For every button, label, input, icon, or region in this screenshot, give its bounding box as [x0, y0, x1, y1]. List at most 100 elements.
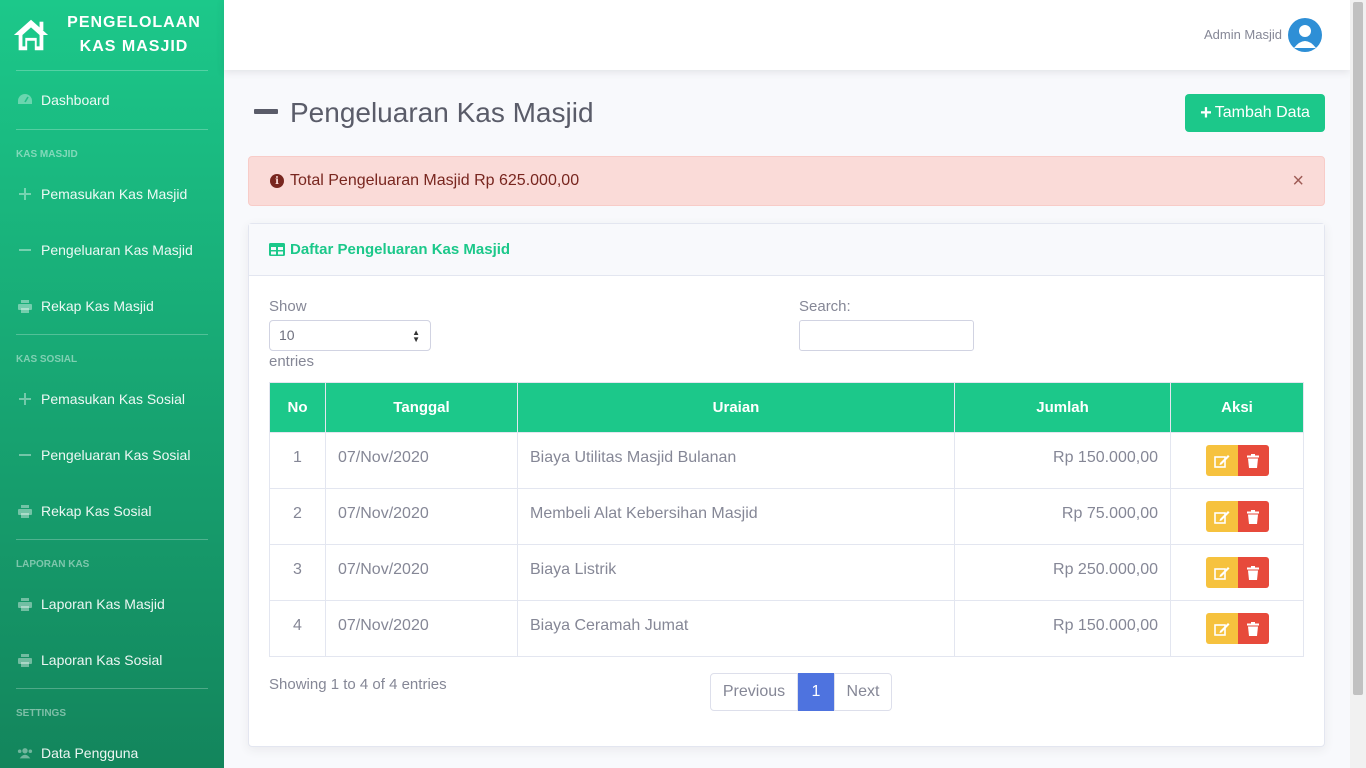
cell-no: 3	[269, 544, 326, 601]
minus-icon	[254, 109, 278, 114]
cell-actions	[1170, 600, 1304, 657]
action-buttons	[1205, 557, 1269, 588]
edit-button[interactable]	[1205, 613, 1238, 644]
card-title: Daftar Pengeluaran Kas Masjid	[290, 241, 511, 258]
cell-amount: Rp 150.000,00	[954, 432, 1171, 489]
minus-icon	[17, 242, 33, 258]
print-icon	[17, 652, 33, 668]
cell-actions	[1170, 544, 1304, 601]
sidebar-item-label: Rekap Kas Sosial	[41, 503, 152, 519]
entries-length-value: 10	[279, 327, 295, 343]
pagination-previous[interactable]: Previous	[710, 673, 798, 711]
sidebar-item-rekap-kas-sosial[interactable]: Rekap Kas Sosial	[0, 483, 224, 539]
select-arrows-icon: ▲ ▼	[412, 328, 420, 344]
sidebar-item-laporan-kas-masjid[interactable]: Laporan Kas Masjid	[0, 576, 224, 632]
table-row: 1 07/Nov/2020 Biaya Utilitas Masjid Bula…	[269, 432, 1304, 489]
trash-icon	[1247, 509, 1259, 524]
expense-table: No Tanggal Uraian Jumlah Aksi 1 07/Nov/2…	[269, 382, 1304, 657]
search-label: Search:	[799, 298, 851, 315]
sidebar-item-label: Pemasukan Kas Masjid	[41, 186, 188, 202]
entries-label: entries	[269, 353, 315, 370]
table-row: 2 07/Nov/2020 Membeli Alat Kebersihan Ma…	[269, 488, 1304, 545]
page-scrollbar[interactable]	[1350, 0, 1366, 768]
sidebar-item-label: Laporan Kas Sosial	[41, 652, 163, 668]
sidebar-divider	[16, 334, 208, 335]
print-icon	[17, 503, 33, 519]
sidebar-item-label: Rekap Kas Masjid	[41, 298, 154, 314]
action-buttons	[1205, 501, 1269, 532]
table-row: 4 07/Nov/2020 Biaya Ceramah Jumat Rp 150…	[269, 600, 1304, 657]
sidebar-item-rekap-kas-masjid[interactable]: Rekap Kas Masjid	[0, 278, 224, 334]
pagination-next[interactable]: Next	[834, 673, 892, 711]
action-buttons	[1205, 613, 1269, 644]
cell-desc: Membeli Alat Kebersihan Masjid	[517, 488, 955, 545]
entries-length-select[interactable]: 10 ▲ ▼	[269, 320, 431, 351]
show-label: Show	[269, 298, 307, 315]
cell-date: 07/Nov/2020	[325, 432, 518, 489]
column-header-uraian[interactable]: Uraian	[517, 382, 955, 433]
sidebar-item-laporan-kas-sosial[interactable]: Laporan Kas Sosial	[0, 632, 224, 688]
column-header-no[interactable]: No	[269, 382, 326, 433]
sidebar-divider	[16, 688, 208, 689]
edit-icon	[1213, 622, 1229, 636]
home-icon	[13, 19, 49, 51]
cell-actions	[1170, 488, 1304, 545]
table-header-row: No Tanggal Uraian Jumlah Aksi	[269, 382, 1304, 433]
cell-amount: Rp 250.000,00	[954, 544, 1171, 601]
edit-button[interactable]	[1205, 557, 1238, 588]
brand-title: PENGELOLAAN KAS MASJID	[64, 11, 204, 59]
column-header-jumlah[interactable]: Jumlah	[954, 382, 1171, 433]
delete-button[interactable]	[1237, 445, 1269, 476]
delete-button[interactable]	[1237, 557, 1269, 588]
expense-card: Daftar Pengeluaran Kas Masjid Show 10 ▲ ▼…	[248, 223, 1325, 747]
delete-button[interactable]	[1237, 613, 1269, 644]
tachometer-icon	[17, 92, 33, 108]
scrollbar-thumb[interactable]	[1353, 2, 1363, 695]
minus-icon	[17, 447, 33, 463]
sidebar-item-pemasukan-kas-sosial[interactable]: Pemasukan Kas Sosial	[0, 371, 224, 427]
column-header-tanggal[interactable]: Tanggal	[325, 382, 518, 433]
sidebar-heading-kas-masjid: KAS MASJID	[16, 149, 78, 160]
pagination: Previous 1 Next	[710, 673, 892, 711]
cell-no: 4	[269, 600, 326, 657]
edit-icon	[1213, 510, 1229, 524]
print-icon	[17, 298, 33, 314]
pagination-page-1[interactable]: 1	[798, 673, 834, 711]
edit-button[interactable]	[1205, 445, 1238, 476]
sidebar-heading-kas-sosial: KAS SOSIAL	[16, 354, 78, 365]
edit-button[interactable]	[1205, 501, 1238, 532]
cell-date: 07/Nov/2020	[325, 600, 518, 657]
edit-icon	[1213, 566, 1229, 580]
sidebar: PENGELOLAAN KAS MASJID Dashboard KAS MAS…	[0, 0, 224, 768]
search-input[interactable]	[799, 320, 974, 351]
add-data-button[interactable]: + Tambah Data	[1185, 94, 1325, 132]
sidebar-item-pengeluaran-kas-sosial[interactable]: Pengeluaran Kas Sosial	[0, 427, 224, 483]
brand-title-line1: PENGELOLAAN	[67, 14, 201, 31]
sidebar-brand[interactable]: PENGELOLAAN KAS MASJID	[0, 0, 224, 70]
close-icon[interactable]: ×	[1292, 170, 1304, 193]
user-avatar-icon[interactable]	[1288, 18, 1322, 52]
cell-amount: Rp 150.000,00	[954, 600, 1171, 657]
sidebar-item-dashboard[interactable]: Dashboard	[0, 71, 224, 129]
delete-button[interactable]	[1237, 501, 1269, 532]
sidebar-item-label: Pemasukan Kas Sosial	[41, 391, 185, 407]
cell-date: 07/Nov/2020	[325, 544, 518, 601]
print-icon	[17, 596, 33, 612]
sidebar-item-label: Data Pengguna	[41, 745, 139, 761]
total-alert: i Total Pengeluaran Masjid Rp 625.000,00…	[248, 156, 1325, 206]
cell-amount: Rp 75.000,00	[954, 488, 1171, 545]
user-name[interactable]: Admin Masjid	[1204, 27, 1282, 42]
plus-icon	[17, 391, 33, 407]
sidebar-heading-laporan-kas: LAPORAN KAS	[16, 559, 90, 570]
sidebar-item-label: Pengeluaran Kas Masjid	[41, 242, 193, 258]
page-heading: Pengeluaran Kas Masjid + Tambah Data	[248, 70, 1325, 156]
info-circle-icon: i	[270, 174, 284, 188]
sidebar-item-label: Pengeluaran Kas Sosial	[41, 447, 191, 463]
sidebar-item-pemasukan-kas-masjid[interactable]: Pemasukan Kas Masjid	[0, 166, 224, 222]
trash-icon	[1247, 565, 1259, 580]
sidebar-item-pengeluaran-kas-masjid[interactable]: Pengeluaran Kas Masjid	[0, 222, 224, 278]
sidebar-item-data-pengguna[interactable]: Data Pengguna	[0, 725, 224, 768]
table-icon	[269, 243, 285, 256]
cell-actions	[1170, 432, 1304, 489]
cell-no: 2	[269, 488, 326, 545]
